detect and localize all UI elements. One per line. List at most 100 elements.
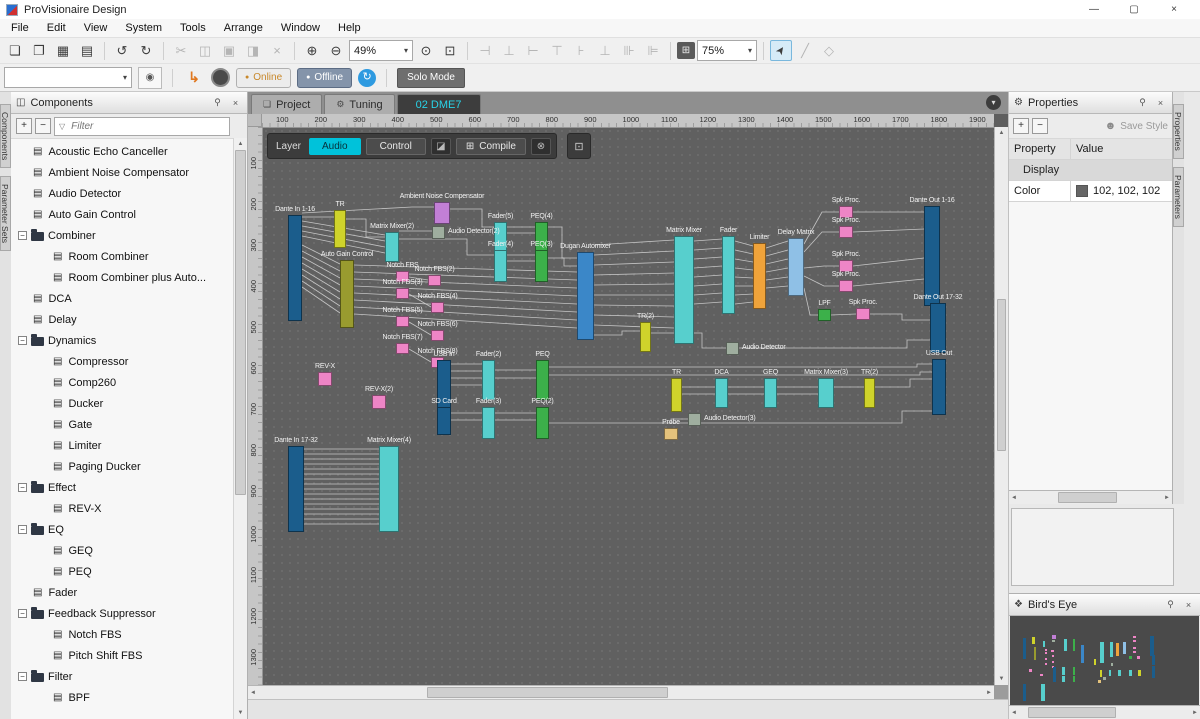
components-scrollbar[interactable]: ▲ ▼ [233,138,247,719]
tree-item-paging-ducker[interactable]: ▤Paging Ducker [11,456,234,477]
online-button[interactable]: ● Online [236,68,291,88]
block-notch-fbs-2[interactable] [428,275,441,286]
block-audio-detector-3[interactable] [688,413,701,426]
block-sd-card[interactable] [437,407,451,435]
save-button[interactable]: ▦ [52,40,74,61]
scroll-up-icon[interactable]: ▲ [234,138,247,150]
tree-item-geq[interactable]: ▤GEQ [11,540,234,561]
pointer-tool-button[interactable]: ➤ [770,40,792,61]
scroll-down-icon[interactable]: ▼ [234,707,247,719]
scroll-left-icon[interactable]: ◄ [1011,495,1017,501]
block-tr[interactable] [671,378,682,412]
tree-item-delay[interactable]: ▤Delay [11,309,234,330]
block-tr-2[interactable] [864,378,875,408]
block-fader-4[interactable] [494,250,507,282]
scroll-thumb[interactable] [997,299,1006,451]
property-group-display[interactable]: Display [1009,160,1172,181]
properties-horizontal-scrollbar[interactable]: ◄ ► [1009,490,1172,504]
filter-input[interactable] [69,120,225,133]
zoom-level-select[interactable]: 49% ▾ [349,40,413,61]
block-tr-2[interactable] [640,322,651,352]
block-notch-fbs-6[interactable] [431,330,444,341]
tree-item-acoustic-echo-canceller[interactable]: ▤Acoustic Echo Canceller [11,141,234,162]
maximize-button[interactable]: ▢ [1114,0,1154,19]
scroll-thumb[interactable] [1058,492,1117,503]
close-icon[interactable]: × [1182,600,1195,610]
pin-icon[interactable]: ⚲ [1136,97,1149,108]
block-fader-3[interactable] [482,407,495,439]
align-left-button[interactable]: ⊣ [474,40,496,61]
print-button[interactable]: ▤ [76,40,98,61]
tree-item-dca[interactable]: ▤DCA [11,288,234,309]
grid-zoom-select[interactable]: 75% ▾ [697,40,757,61]
scroll-left-icon[interactable]: ◄ [250,690,256,696]
align-center-button[interactable]: ⊥ [498,40,520,61]
collapse-all-button[interactable]: − [1032,118,1048,134]
expand-all-button[interactable]: + [16,118,32,134]
block-audio-detector[interactable] [726,342,739,355]
tree-item-comp260[interactable]: ▤Comp260 [11,372,234,393]
preset-select[interactable]: ▾ [4,67,132,88]
block-matrix-mixer[interactable] [674,236,694,344]
scroll-thumb[interactable] [1028,707,1116,718]
block-auto-gain-control[interactable] [340,260,354,328]
scroll-thumb[interactable] [235,150,246,495]
block-peq[interactable] [536,360,549,400]
scroll-down-icon[interactable]: ▼ [995,673,1008,685]
scroll-up-icon[interactable]: ▲ [995,127,1008,139]
menu-item-edit[interactable]: Edit [38,19,75,37]
close-button[interactable]: × [1154,0,1194,19]
menu-item-system[interactable]: System [116,19,171,37]
zoom-in-button[interactable]: ⊕ [301,40,323,61]
block-matrix-mixer-2[interactable] [385,232,399,262]
block-dante-in-1-16[interactable] [288,215,302,321]
expand-all-button[interactable]: + [1013,118,1029,134]
new-button[interactable]: ❏ [4,40,26,61]
tree-item-filter[interactable]: −Filter [11,666,234,687]
block-dante-out-1-16[interactable] [924,206,940,306]
grid-select-icon[interactable]: ⊡ [567,133,591,159]
menu-item-window[interactable]: Window [272,19,329,37]
block-rev-x-2[interactable] [372,395,386,409]
block-peq-2[interactable] [536,407,549,439]
delete-button[interactable]: × [266,40,288,61]
zoom-actual-button[interactable]: ⊙ [415,40,437,61]
block-fader-2[interactable] [482,360,495,400]
align-bottom-button[interactable]: ⊥ [594,40,616,61]
menu-item-file[interactable]: File [2,19,38,37]
collapse-toggle-icon[interactable]: − [18,336,27,345]
tab-project[interactable]: ❏Project [251,94,322,114]
block-matrix-mixer-3[interactable] [818,378,834,408]
block-rev-x[interactable] [318,372,332,386]
save-style-button[interactable]: ☻ Save Style [1105,120,1168,132]
block-tr[interactable] [334,210,346,248]
block-spk-proc[interactable] [856,308,870,320]
block-ambient-noise-compensator[interactable] [434,202,450,224]
scroll-right-icon[interactable]: ► [986,690,992,696]
menu-item-arrange[interactable]: Arrange [215,19,272,37]
pin-icon[interactable]: ⚲ [211,97,224,108]
distribute-v-button[interactable]: ⊫ [642,40,664,61]
sync-button[interactable]: ↻ [358,69,376,87]
block-spk-proc[interactable] [839,226,853,238]
distribute-h-button[interactable]: ⊪ [618,40,640,61]
layers-icon[interactable]: ◪ [431,138,451,155]
tree-item-effect[interactable]: −Effect [11,477,234,498]
tree-item-eq[interactable]: −EQ [11,519,234,540]
collapse-toggle-icon[interactable]: − [18,483,27,492]
tree-item-ducker[interactable]: ▤Ducker [11,393,234,414]
tree-item-audio-detector[interactable]: ▤Audio Detector [11,183,234,204]
menu-item-tools[interactable]: Tools [171,19,215,37]
collapse-toggle-icon[interactable]: − [18,525,27,534]
canvas-horizontal-scrollbar[interactable]: ◄ ► [248,685,994,699]
collapse-all-button[interactable]: − [35,118,51,134]
open-button[interactable]: ❐ [28,40,50,61]
menu-item-view[interactable]: View [75,19,117,37]
offline-button[interactable]: ● Offline [297,68,352,88]
scroll-right-icon[interactable]: ► [1192,710,1198,716]
mute-icon[interactable]: ⊗ [531,138,551,155]
tree-item-peq[interactable]: ▤PEQ [11,561,234,582]
snapshot-button[interactable]: ◉ [138,67,162,89]
block-dante-out-17-32[interactable] [930,303,946,353]
side-tab-components[interactable]: Components [0,104,11,168]
